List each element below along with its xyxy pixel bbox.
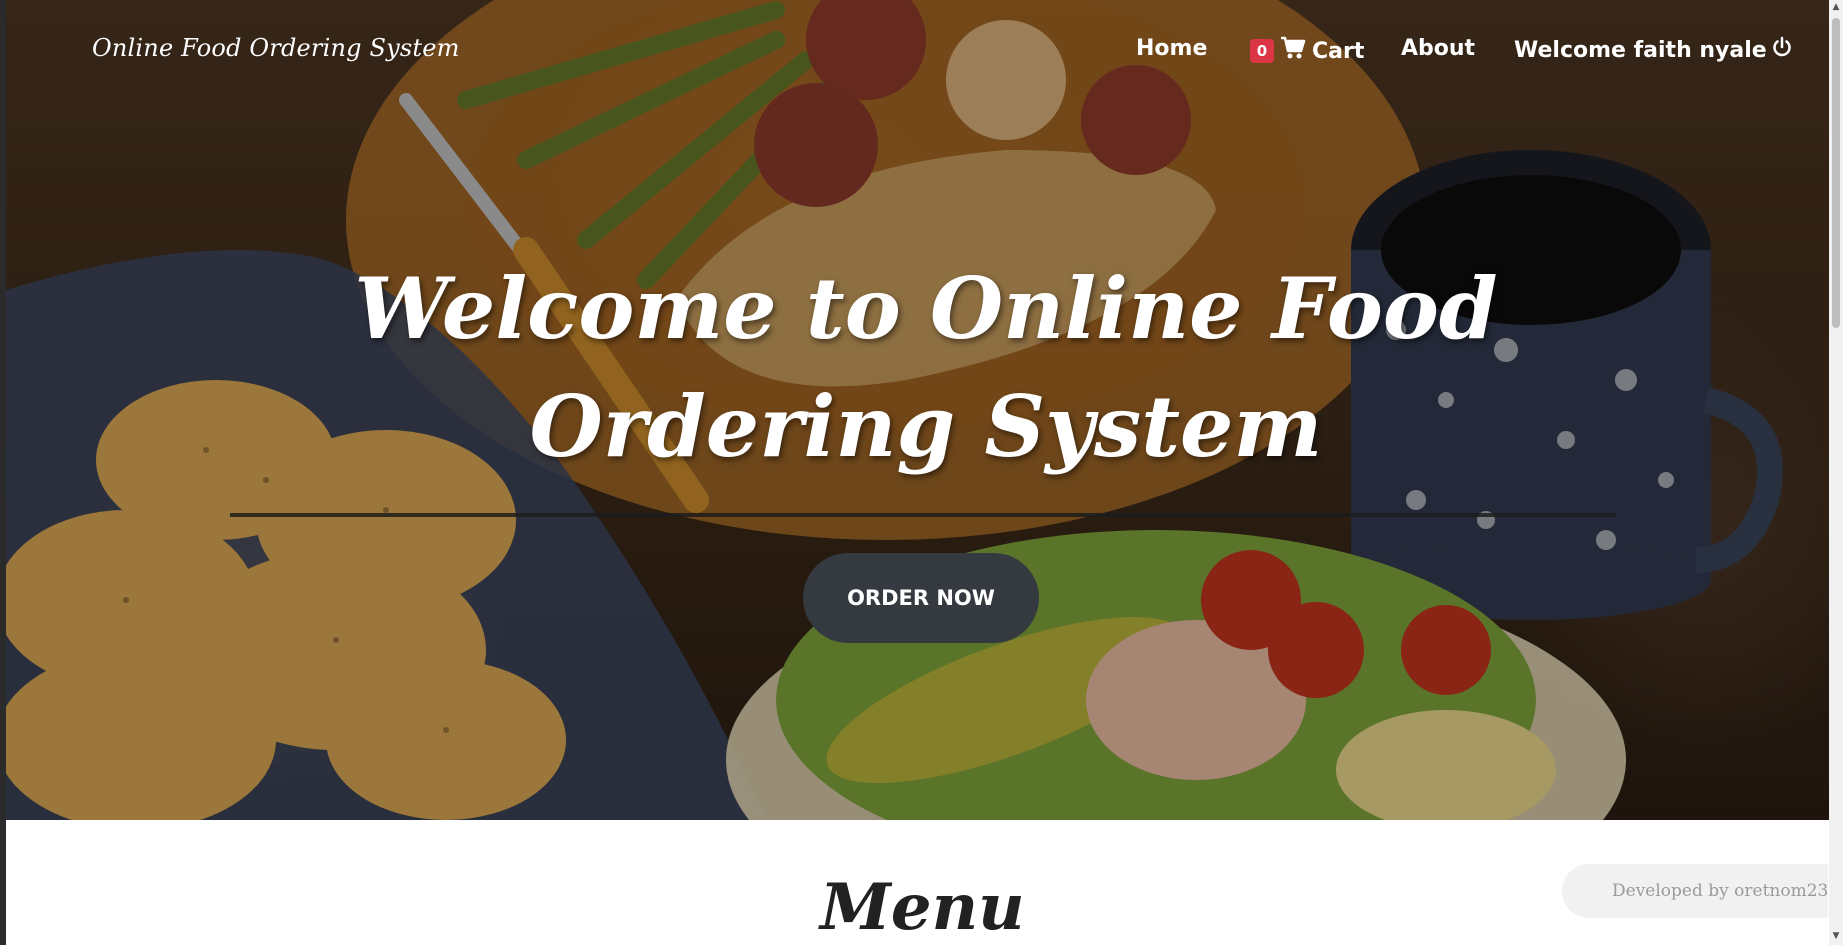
scrollbar-thumb[interactable] <box>1832 18 1840 328</box>
hero-section: Online Food Ordering System Home 0 Cart … <box>6 0 1829 820</box>
hero-divider <box>230 513 1616 517</box>
nav-cart-link[interactable]: 0 Cart <box>1250 36 1364 66</box>
shopping-cart-icon <box>1280 36 1306 66</box>
welcome-user-label: Welcome faith nyale <box>1514 37 1767 63</box>
nav-cart-label: Cart <box>1312 38 1365 64</box>
hero-title: Welcome to Online Food Ordering System <box>354 259 1498 476</box>
scroll-down-arrow-icon[interactable]: ▼ <box>1829 931 1843 943</box>
power-icon[interactable] <box>1771 36 1793 64</box>
order-now-button[interactable]: ORDER NOW <box>803 553 1039 643</box>
top-navbar: Home 0 Cart About Welcome faith nyale <box>6 36 1829 66</box>
developer-credit-badge: Developed by oretnom23 <box>1562 864 1828 918</box>
nav-home-link[interactable]: Home <box>1136 36 1207 61</box>
nav-account-link[interactable]: Welcome faith nyale <box>1514 36 1793 64</box>
cart-count-badge: 0 <box>1250 39 1274 63</box>
page-scrollbar[interactable]: ▲ ▼ <box>1829 0 1843 945</box>
scroll-up-arrow-icon[interactable]: ▲ <box>1829 2 1843 14</box>
menu-section-title: Menu <box>820 870 1025 945</box>
nav-about-link[interactable]: About <box>1401 36 1475 61</box>
